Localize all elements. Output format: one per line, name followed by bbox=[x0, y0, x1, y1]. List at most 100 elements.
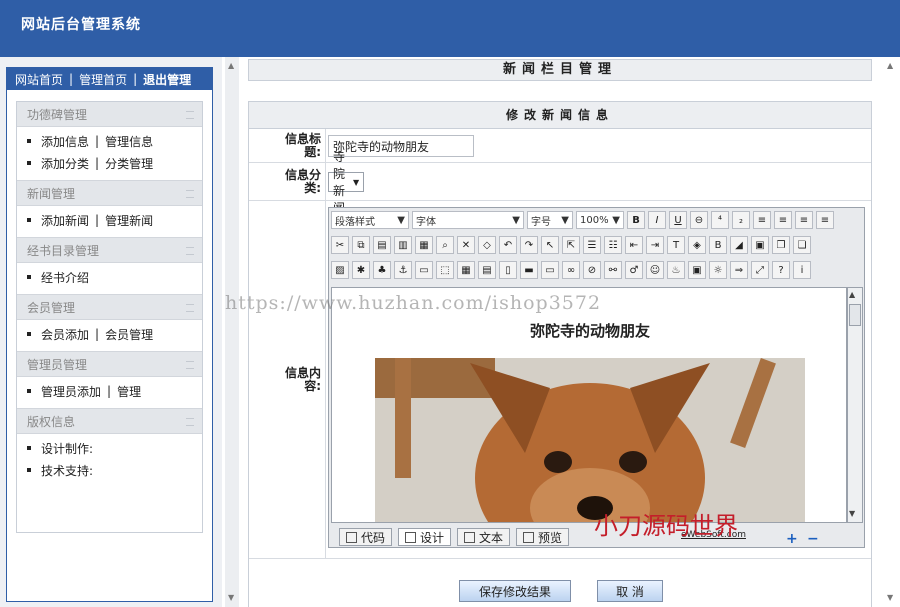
cancel-button[interactable]: 取 消 bbox=[597, 580, 663, 602]
category-select[interactable]: 寺院新闻 ▼ bbox=[328, 150, 365, 215]
menu-link-manage-admins[interactable]: 管理 bbox=[117, 383, 141, 400]
fullscreen-icon[interactable]: ⤢ bbox=[751, 261, 769, 279]
numbered-list-icon[interactable]: ☰ bbox=[583, 236, 601, 254]
insert-icon[interactable]: ⇒ bbox=[730, 261, 748, 279]
align-right-icon[interactable]: ≡ bbox=[795, 211, 813, 229]
align-center-icon[interactable]: ≡ bbox=[774, 211, 792, 229]
info-icon[interactable]: i bbox=[793, 261, 811, 279]
text-color-icon[interactable]: T bbox=[667, 236, 685, 254]
anchor-icon[interactable]: ⚓ bbox=[394, 261, 412, 279]
table-icon[interactable]: ▣ bbox=[751, 236, 769, 254]
field-icon[interactable]: ▭ bbox=[541, 261, 559, 279]
redo-icon[interactable]: ↷ bbox=[520, 236, 538, 254]
subscript-icon[interactable]: ₂ bbox=[732, 211, 750, 229]
bullet-list-icon[interactable]: ☷ bbox=[604, 236, 622, 254]
scroll-up-arrow-icon[interactable]: ▲ bbox=[228, 61, 234, 70]
layers-icon[interactable]: ❏ bbox=[793, 236, 811, 254]
select-icon[interactable]: ↖ bbox=[541, 236, 559, 254]
highlight-icon[interactable]: ◈ bbox=[688, 236, 706, 254]
bold-icon[interactable]: B bbox=[627, 211, 645, 229]
paste-word-icon[interactable]: ▦ bbox=[415, 236, 433, 254]
symbol-icon[interactable]: ♨ bbox=[667, 261, 685, 279]
media-icon[interactable]: ♣ bbox=[373, 261, 391, 279]
font-size-dropdown[interactable]: 字号 ▼ bbox=[527, 211, 573, 229]
menu-link-add-news[interactable]: 添加新闻 bbox=[41, 212, 89, 229]
underline-icon[interactable]: U bbox=[669, 211, 687, 229]
scroll-down-arrow-icon[interactable]: ▼ bbox=[849, 509, 855, 518]
editor-scrollbar[interactable]: ▲ ▼ bbox=[847, 287, 863, 523]
window-icon[interactable]: ❐ bbox=[772, 236, 790, 254]
link-icon[interactable]: ∞ bbox=[562, 261, 580, 279]
menu-link-add-info[interactable]: 添加信息 bbox=[41, 133, 89, 150]
copy-icon[interactable]: ⧉ bbox=[352, 236, 370, 254]
scroll-up-arrow-icon[interactable]: ▲ bbox=[849, 290, 855, 299]
undo-icon[interactable]: ↶ bbox=[499, 236, 517, 254]
editor-document[interactable]: 弥陀寺的动物朋友 bbox=[331, 287, 847, 523]
textbox-icon[interactable]: ▭ bbox=[415, 261, 433, 279]
grid-icon[interactable]: ▦ bbox=[457, 261, 475, 279]
nav-logout-link[interactable]: 退出管理 bbox=[143, 71, 191, 88]
zoom-dropdown[interactable]: 100% ▼ bbox=[576, 211, 624, 229]
menu-section-members[interactable]: 会员管理 bbox=[17, 295, 202, 320]
tab-code[interactable]: 代码 bbox=[339, 528, 393, 546]
line-icon[interactable]: ▬ bbox=[520, 261, 538, 279]
emoticon-icon[interactable]: ☺ bbox=[646, 261, 664, 279]
paragraph-style-dropdown[interactable]: 段落样式 ▼ bbox=[331, 211, 409, 229]
menu-section-merit[interactable]: 功德碑管理 bbox=[17, 102, 202, 127]
outdent-icon[interactable]: ⇤ bbox=[625, 236, 643, 254]
superscript-icon[interactable]: ⁴ bbox=[711, 211, 729, 229]
tab-design[interactable]: 设计 bbox=[398, 528, 452, 546]
form-icon[interactable]: ▤ bbox=[478, 261, 496, 279]
menu-link-add-category[interactable]: 添加分类 bbox=[41, 155, 89, 172]
menu-section-admins[interactable]: 管理员管理 bbox=[17, 352, 202, 377]
minus-icon[interactable]: − bbox=[807, 531, 819, 547]
menu-link-add-member[interactable]: 会员添加 bbox=[41, 326, 89, 343]
tab-text[interactable]: 文本 bbox=[457, 528, 511, 546]
frame-scrollbar[interactable]: ▲ ▼ bbox=[225, 57, 239, 607]
save-button[interactable]: 保存修改结果 bbox=[459, 580, 571, 602]
select-all-icon[interactable]: ⇱ bbox=[562, 236, 580, 254]
help-icon[interactable]: ? bbox=[772, 261, 790, 279]
menu-section-news[interactable]: 新闻管理 bbox=[17, 181, 202, 206]
eraser-icon[interactable]: ◇ bbox=[478, 236, 496, 254]
menu-link-add-admin[interactable]: 管理员添加 bbox=[41, 383, 101, 400]
indent-icon[interactable]: ⇥ bbox=[646, 236, 664, 254]
frame-icon[interactable]: ⬚ bbox=[436, 261, 454, 279]
page-icon[interactable]: ▯ bbox=[499, 261, 517, 279]
chain-icon[interactable]: ⚯ bbox=[604, 261, 622, 279]
menu-link-manage-news[interactable]: 管理新闻 bbox=[105, 212, 153, 229]
nav-site-home-link[interactable]: 网站首页 bbox=[15, 71, 63, 88]
format-brush-icon[interactable]: ◢ bbox=[730, 236, 748, 254]
scroll-down-arrow-icon[interactable]: ▼ bbox=[228, 593, 234, 602]
menu-link-manage-category[interactable]: 分类管理 bbox=[105, 155, 153, 172]
delete-icon[interactable]: ✕ bbox=[457, 236, 475, 254]
scrollbar-thumb[interactable] bbox=[849, 304, 861, 326]
time-icon[interactable]: ☼ bbox=[709, 261, 727, 279]
align-left-icon[interactable]: ≡ bbox=[753, 211, 771, 229]
scroll-up-arrow-icon[interactable]: ▲ bbox=[887, 61, 893, 70]
menu-section-copyright[interactable]: 版权信息 bbox=[17, 409, 202, 434]
align-justify-icon[interactable]: ≡ bbox=[816, 211, 834, 229]
menu-link-scripture-intro[interactable]: 经书介绍 bbox=[41, 269, 89, 286]
tab-preview[interactable]: 预览 bbox=[516, 528, 570, 546]
menu-link-manage-members[interactable]: 会员管理 bbox=[105, 326, 153, 343]
special-char-icon[interactable]: ♂ bbox=[625, 261, 643, 279]
font-family-dropdown[interactable]: 字体 ▼ bbox=[412, 211, 524, 229]
menu-link-manage-info[interactable]: 管理信息 bbox=[105, 133, 153, 150]
find-icon[interactable]: ⌕ bbox=[436, 236, 454, 254]
nav-admin-home-link[interactable]: 管理首页 bbox=[79, 71, 127, 88]
image-icon[interactable]: ▨ bbox=[331, 261, 349, 279]
paste-icon[interactable]: ▤ bbox=[373, 236, 391, 254]
italic-icon[interactable]: I bbox=[648, 211, 666, 229]
flash-icon[interactable]: ✱ bbox=[352, 261, 370, 279]
bg-color-icon[interactable]: B bbox=[709, 236, 727, 254]
title-input[interactable]: 弥陀寺的动物朋友 bbox=[328, 135, 474, 157]
paste-text-icon[interactable]: ▥ bbox=[394, 236, 412, 254]
menu-section-scripture[interactable]: 经书目录管理 bbox=[17, 238, 202, 263]
plus-icon[interactable]: + bbox=[786, 531, 798, 547]
cut-icon[interactable]: ✂ bbox=[331, 236, 349, 254]
unlink-icon[interactable]: ⊘ bbox=[583, 261, 601, 279]
scroll-down-arrow-icon[interactable]: ▼ bbox=[887, 593, 893, 602]
date-icon[interactable]: ▣ bbox=[688, 261, 706, 279]
page-scrollbar[interactable]: ▲ ▼ bbox=[883, 57, 900, 607]
